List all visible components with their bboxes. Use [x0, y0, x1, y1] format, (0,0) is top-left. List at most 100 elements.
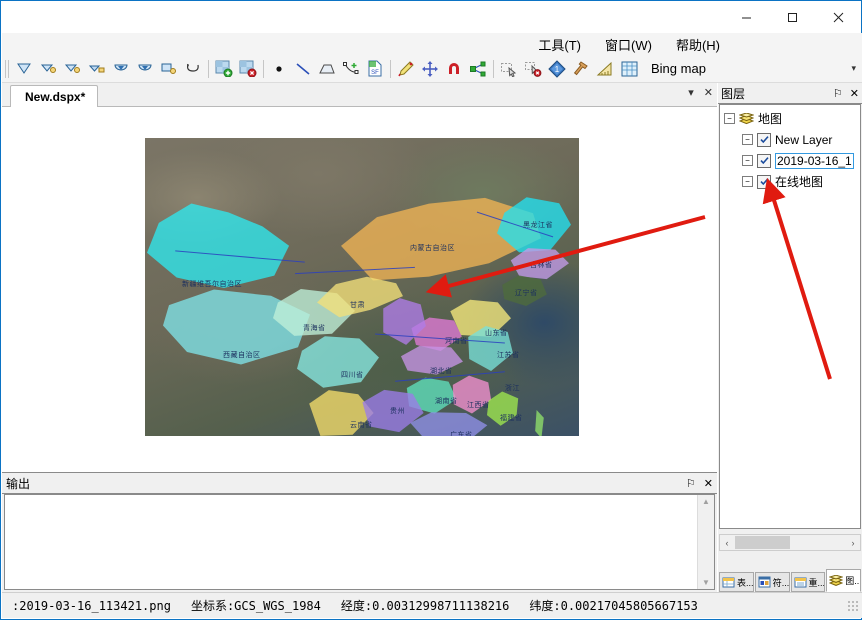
layer-visibility-checkbox[interactable]	[757, 133, 771, 147]
select-lasso-icon[interactable]	[37, 57, 61, 81]
select-circle-icon[interactable]	[109, 57, 133, 81]
expand-collapse-toggle[interactable]: −	[724, 113, 735, 124]
menu-help[interactable]: 帮助(H)	[664, 33, 732, 56]
draw-point-icon[interactable]	[267, 57, 291, 81]
layer-add-icon[interactable]	[212, 57, 236, 81]
scrollbar-thumb[interactable]	[735, 536, 790, 549]
layers-stack-icon	[829, 575, 843, 587]
map-label: 新疆维吾尔自治区	[182, 279, 242, 289]
close-icon[interactable]: ✕	[704, 477, 713, 490]
delete-graphic-icon[interactable]	[521, 57, 545, 81]
menu-window[interactable]: 窗口(W)	[593, 33, 664, 56]
draw-line-icon[interactable]	[291, 57, 315, 81]
status-longitude: 经度:0.00312998711138216	[331, 597, 520, 614]
map-label: 内蒙古自治区	[410, 243, 455, 253]
toolbar-separator	[493, 60, 494, 78]
map-view[interactable]: 新疆维吾尔自治区西藏自治区内蒙古自治区黑龙江省吉林省辽宁省青海省甘肃四川省湖北省…	[2, 107, 717, 472]
maximize-button[interactable]	[769, 1, 815, 33]
status-filename: :2019-03-16_113421.png	[2, 599, 181, 613]
status-latitude: 纬度:0.00217045805667153	[519, 597, 708, 614]
toolbar-separator	[208, 60, 209, 78]
layer-new-layer[interactable]: − New Layer	[722, 129, 860, 150]
layer-visibility-checkbox[interactable]	[757, 175, 771, 189]
select-circle2-icon[interactable]	[133, 57, 157, 81]
layer-online-map[interactable]: − 在线地图	[722, 171, 860, 192]
move-icon[interactable]	[418, 57, 442, 81]
tab-symbol[interactable]: 符...	[755, 572, 790, 592]
hammer-tool-icon[interactable]	[569, 57, 593, 81]
select-v-icon[interactable]	[13, 57, 37, 81]
close-button[interactable]	[815, 1, 861, 33]
tab-layers[interactable]: 图...	[826, 569, 861, 592]
layer-name-label[interactable]: 在线地图	[775, 173, 823, 190]
layer-tree[interactable]: −地图−New Layer−2019-03-16_1−在线地图	[719, 104, 861, 529]
menu-bar: 工具(T) 窗口(W) 帮助(H)	[2, 33, 862, 55]
map-label: 西藏自治区	[223, 350, 261, 360]
menu-tools[interactable]: 工具(T)	[526, 33, 593, 56]
output-panel-title: 输出	[6, 475, 30, 492]
title-bar	[1, 1, 861, 33]
chevron-down-icon[interactable]: ▾	[851, 63, 862, 74]
output-vertical-scrollbar[interactable]: ▲ ▼	[697, 495, 714, 589]
scroll-left-icon[interactable]: ‹	[720, 538, 734, 548]
layers-panel-header: 图层 ⚐ ✕	[718, 83, 862, 104]
map-label: 浙江	[505, 383, 520, 393]
layer-root-map[interactable]: − 地图	[722, 108, 860, 129]
draw-polygon-icon[interactable]	[315, 57, 339, 81]
edit-pencil-icon[interactable]	[394, 57, 418, 81]
application-window: 工具(T) 窗口(W) 帮助(H)	[0, 0, 862, 620]
output-panel-header: 输出 ⚐ ✕	[2, 473, 717, 494]
pin-icon[interactable]: ⚐	[686, 477, 696, 490]
tab-attribute-table[interactable]: 表...	[719, 572, 754, 592]
select-graphic-icon[interactable]	[497, 57, 521, 81]
select-rect-icon[interactable]	[85, 57, 109, 81]
tab-properties[interactable]: 重...	[791, 572, 826, 592]
draw-node-icon[interactable]	[339, 57, 363, 81]
status-crs: 坐标系:GCS_WGS_1984	[181, 597, 331, 614]
select-freehand-icon[interactable]	[181, 57, 205, 81]
scroll-right-icon[interactable]: ›	[846, 538, 860, 548]
layer-name-label[interactable]: 2019-03-16_1	[775, 153, 854, 169]
expand-collapse-toggle[interactable]: −	[742, 176, 753, 187]
layer-name-label[interactable]: New Layer	[775, 133, 832, 147]
identify-icon[interactable]: 1	[545, 57, 569, 81]
map-label: 湖北省	[430, 366, 453, 376]
basemap-combo-value[interactable]: Bing map	[647, 59, 755, 79]
pin-icon[interactable]: ⚐	[833, 87, 843, 100]
tab-close-icon[interactable]: ✕	[704, 86, 713, 99]
document-tab-new-dspx[interactable]: New.dspx*	[10, 85, 98, 108]
expand-collapse-toggle[interactable]: −	[742, 155, 753, 166]
layer-image-2019[interactable]: − 2019-03-16_1	[722, 150, 860, 171]
minimize-button[interactable]	[723, 1, 769, 33]
map-label: 福建省	[500, 413, 523, 423]
map-label: 江西省	[467, 400, 490, 410]
layer-visibility-checkbox[interactable]	[757, 154, 771, 168]
layers-stack-icon	[739, 113, 758, 125]
scroll-down-icon[interactable]: ▼	[702, 576, 710, 589]
map-label: 四川省	[341, 370, 364, 380]
attribute-table-icon	[722, 576, 735, 588]
select-poly-icon[interactable]	[157, 57, 181, 81]
measure-icon[interactable]	[593, 57, 617, 81]
topology-icon[interactable]	[466, 57, 490, 81]
magnet-snap-icon[interactable]	[442, 57, 466, 81]
output-text-area[interactable]: ▲ ▼	[4, 494, 715, 590]
map-label: 山东省	[485, 328, 508, 338]
layer-remove-icon[interactable]	[236, 57, 260, 81]
toolbar-grip[interactable]	[5, 60, 11, 78]
shapefile-icon[interactable]: SF	[363, 57, 387, 81]
output-panel: 输出 ⚐ ✕ ▲ ▼	[2, 472, 717, 593]
layer-name-label[interactable]: 地图	[758, 110, 782, 127]
select-lasso2-icon[interactable]	[61, 57, 85, 81]
resize-grip[interactable]	[847, 600, 859, 612]
tab-list-dropdown-icon[interactable]: ▾	[688, 86, 694, 99]
main-toolbar: SF	[2, 55, 862, 83]
output-panel-actions: ⚐ ✕	[686, 477, 713, 490]
scroll-up-icon[interactable]: ▲	[702, 495, 710, 508]
grid-table-icon[interactable]	[617, 57, 641, 81]
basemap-combo[interactable]: Bing map ▾	[641, 57, 862, 81]
close-icon[interactable]: ✕	[850, 87, 859, 100]
map-image-canvas[interactable]: 新疆维吾尔自治区西藏自治区内蒙古自治区黑龙江省吉林省辽宁省青海省甘肃四川省湖北省…	[145, 138, 579, 436]
expand-collapse-toggle[interactable]: −	[742, 134, 753, 145]
layer-tree-horizontal-scrollbar[interactable]: ‹ ›	[719, 534, 861, 551]
